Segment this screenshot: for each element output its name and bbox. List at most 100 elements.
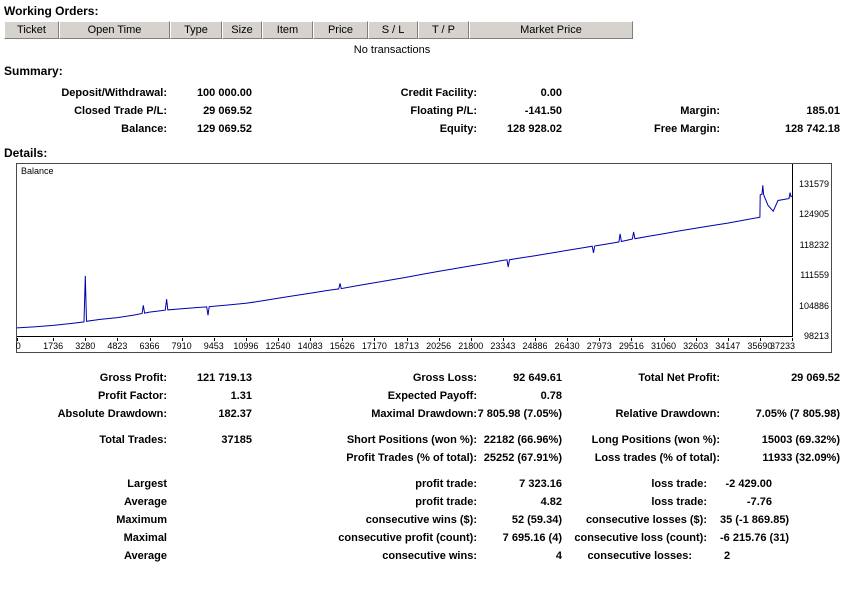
x-axis-label: 31060 bbox=[651, 341, 676, 351]
x-axis-label: 14083 bbox=[298, 341, 323, 351]
working-orders-title: Working Orders: bbox=[4, 4, 842, 18]
x-axis-label: 7910 bbox=[172, 341, 192, 351]
stats-row: Profit Trades (% of total): 25252 (67.91… bbox=[2, 449, 842, 467]
stat-value: 7.05% (7 805.98) bbox=[720, 405, 840, 423]
chart-legend-balance: Balance bbox=[21, 166, 54, 176]
stat-label: consecutive profit (count): bbox=[252, 529, 477, 547]
y-axis-label: 104886 bbox=[799, 301, 829, 311]
stats-row: Maximum consecutive wins ($): 52 (59.34)… bbox=[2, 511, 842, 529]
stat-label: Short Positions (won %): bbox=[252, 431, 477, 449]
x-axis-label: 21800 bbox=[458, 341, 483, 351]
stats-row: Absolute Drawdown: 182.37 Maximal Drawdo… bbox=[2, 405, 842, 423]
stat-label: Average bbox=[2, 547, 167, 565]
stat-value: 121 719.13 bbox=[167, 369, 252, 387]
stats-row: Average consecutive wins: 4 consecutive … bbox=[2, 547, 842, 565]
stat-value bbox=[167, 511, 252, 529]
chart-plot-area: Balance bbox=[17, 164, 793, 337]
stat-value: 7 805.98 (7.05%) bbox=[477, 405, 562, 423]
summary-value: 185.01 bbox=[720, 102, 840, 120]
stat-label bbox=[562, 387, 720, 405]
stat-value: 0.78 bbox=[477, 387, 562, 405]
stat-label bbox=[2, 449, 167, 467]
x-axis-label: 1736 bbox=[43, 341, 63, 351]
x-axis-label: 24886 bbox=[522, 341, 547, 351]
stat-value: -7.76 bbox=[720, 493, 840, 511]
x-axis-label: 9453 bbox=[204, 341, 224, 351]
stat-value: 22182 (66.96%) bbox=[477, 431, 562, 449]
no-transactions-text: No transactions bbox=[2, 39, 782, 62]
stat-value bbox=[167, 529, 252, 547]
summary-value bbox=[720, 84, 840, 102]
stat-label: consecutive wins ($): bbox=[252, 511, 477, 529]
x-axis-label: 32603 bbox=[683, 341, 708, 351]
stat-value bbox=[167, 475, 252, 493]
column-header-sl[interactable]: S / L bbox=[368, 21, 418, 39]
stat-value: 25252 (67.91%) bbox=[477, 449, 562, 467]
column-header-tp[interactable]: T / P bbox=[418, 21, 469, 39]
stat-value: 35 (-1 869.85) bbox=[720, 511, 840, 529]
summary-row: Balance: 129 069.52 Equity: 128 928.02 F… bbox=[2, 120, 842, 138]
balance-chart: Balance 01736328048236366791094531099612… bbox=[16, 163, 832, 353]
summary-label: Free Margin: bbox=[562, 120, 720, 138]
statistics-section: Gross Profit: 121 719.13 Gross Loss: 92 … bbox=[2, 369, 842, 565]
stat-label: Profit Factor: bbox=[2, 387, 167, 405]
summary-label: Equity: bbox=[252, 120, 477, 138]
summary-label: Closed Trade P/L: bbox=[2, 102, 167, 120]
y-axis-label: 98213 bbox=[804, 331, 829, 341]
stats-row: Largest profit trade: 7 323.16 loss trad… bbox=[2, 475, 842, 493]
stat-label: Relative Drawdown: bbox=[562, 405, 720, 423]
y-axis-label: 124905 bbox=[799, 209, 829, 219]
x-axis-label: 34147 bbox=[715, 341, 740, 351]
y-axis-label: 118232 bbox=[800, 240, 829, 250]
y-axis-label: 131579 bbox=[799, 179, 829, 189]
stat-label: consecutive wins: bbox=[252, 547, 477, 565]
column-header-size[interactable]: Size bbox=[222, 21, 262, 39]
stats-group-gap bbox=[2, 467, 842, 475]
stat-label: profit trade: bbox=[252, 493, 477, 511]
summary-label: Margin: bbox=[562, 102, 720, 120]
stat-label: Total Trades: bbox=[2, 431, 167, 449]
stats-row: Total Trades: 37185 Short Positions (won… bbox=[2, 431, 842, 449]
summary-value: 100 000.00 bbox=[167, 84, 252, 102]
column-header-type[interactable]: Type bbox=[170, 21, 222, 39]
stat-value: -6 215.76 (31) bbox=[720, 529, 840, 547]
summary-section: Deposit/Withdrawal: 100 000.00 Credit Fa… bbox=[2, 84, 842, 138]
column-header-price[interactable]: Price bbox=[313, 21, 368, 39]
stat-value: 1.31 bbox=[167, 387, 252, 405]
stat-value: 15003 (69.32%) bbox=[720, 431, 840, 449]
stat-value bbox=[167, 449, 252, 467]
chart-x-axis: 0173632804823636679109453109961254014083… bbox=[17, 338, 793, 352]
balance-line-series bbox=[17, 164, 793, 337]
x-axis-label: 17170 bbox=[362, 341, 387, 351]
stat-value: 182.37 bbox=[167, 405, 252, 423]
stat-label: Maximum bbox=[2, 511, 167, 529]
summary-title: Summary: bbox=[4, 64, 842, 78]
stat-label: profit trade: bbox=[252, 475, 477, 493]
summary-label: Credit Facility: bbox=[252, 84, 477, 102]
column-header-open-time[interactable]: Open Time bbox=[59, 21, 170, 39]
stat-value: 4.82 bbox=[477, 493, 562, 511]
summary-row: Deposit/Withdrawal: 100 000.00 Credit Fa… bbox=[2, 84, 842, 102]
stats-group-gap bbox=[2, 423, 842, 431]
x-axis-label: 35690 bbox=[747, 341, 772, 351]
stat-label: Profit Trades (% of total): bbox=[252, 449, 477, 467]
stat-label: consecutive losses: bbox=[562, 547, 720, 565]
x-axis-label: 37233 bbox=[770, 341, 795, 351]
stat-label: Gross Loss: bbox=[252, 369, 477, 387]
column-header-ticket[interactable]: Ticket bbox=[4, 21, 59, 39]
stat-label: Largest bbox=[2, 475, 167, 493]
summary-label: Deposit/Withdrawal: bbox=[2, 84, 167, 102]
stat-label: loss trade: bbox=[562, 493, 720, 511]
column-header-item[interactable]: Item bbox=[262, 21, 313, 39]
stat-label: Average bbox=[2, 493, 167, 511]
stat-value: 11933 (32.09%) bbox=[720, 449, 840, 467]
x-axis-label: 23343 bbox=[490, 341, 515, 351]
column-header-market-price[interactable]: Market Price bbox=[469, 21, 633, 39]
stat-value: 52 (59.34) bbox=[477, 511, 562, 529]
stats-row: Maximal consecutive profit (count): 7 69… bbox=[2, 529, 842, 547]
x-axis-label: 10996 bbox=[233, 341, 258, 351]
summary-value: -141.50 bbox=[477, 102, 562, 120]
stat-label: consecutive losses ($): bbox=[562, 511, 720, 529]
x-axis-label: 4823 bbox=[107, 341, 127, 351]
x-axis-label: 12540 bbox=[266, 341, 291, 351]
